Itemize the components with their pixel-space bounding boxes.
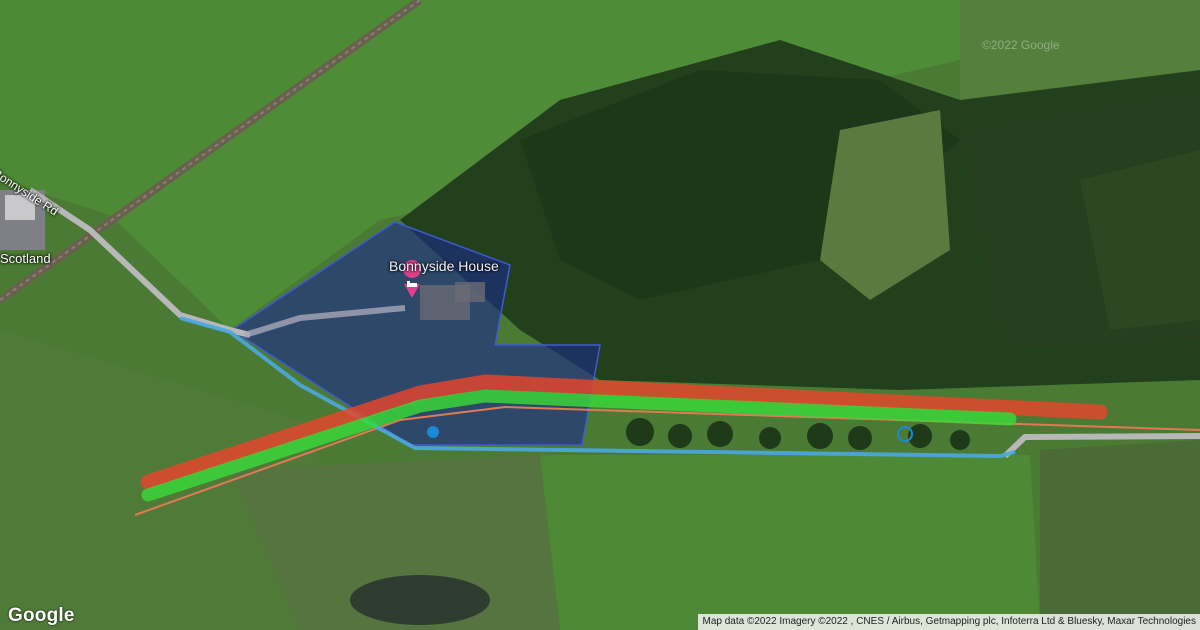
map-watermark: ©2022 Google <box>982 38 1060 52</box>
place-label: Scotland <box>0 251 51 266</box>
satellite-map[interactable] <box>0 0 1200 630</box>
google-logo[interactable]: Google <box>8 605 75 627</box>
blue-point[interactable] <box>427 426 439 438</box>
map-attribution[interactable]: Map data ©2022 Imagery ©2022 , CNES / Ai… <box>698 614 1200 630</box>
field-southeast <box>1040 440 1200 630</box>
poi-label[interactable]: Bonnyside House <box>389 258 499 274</box>
pond <box>350 575 490 625</box>
field-south <box>540 455 1040 630</box>
